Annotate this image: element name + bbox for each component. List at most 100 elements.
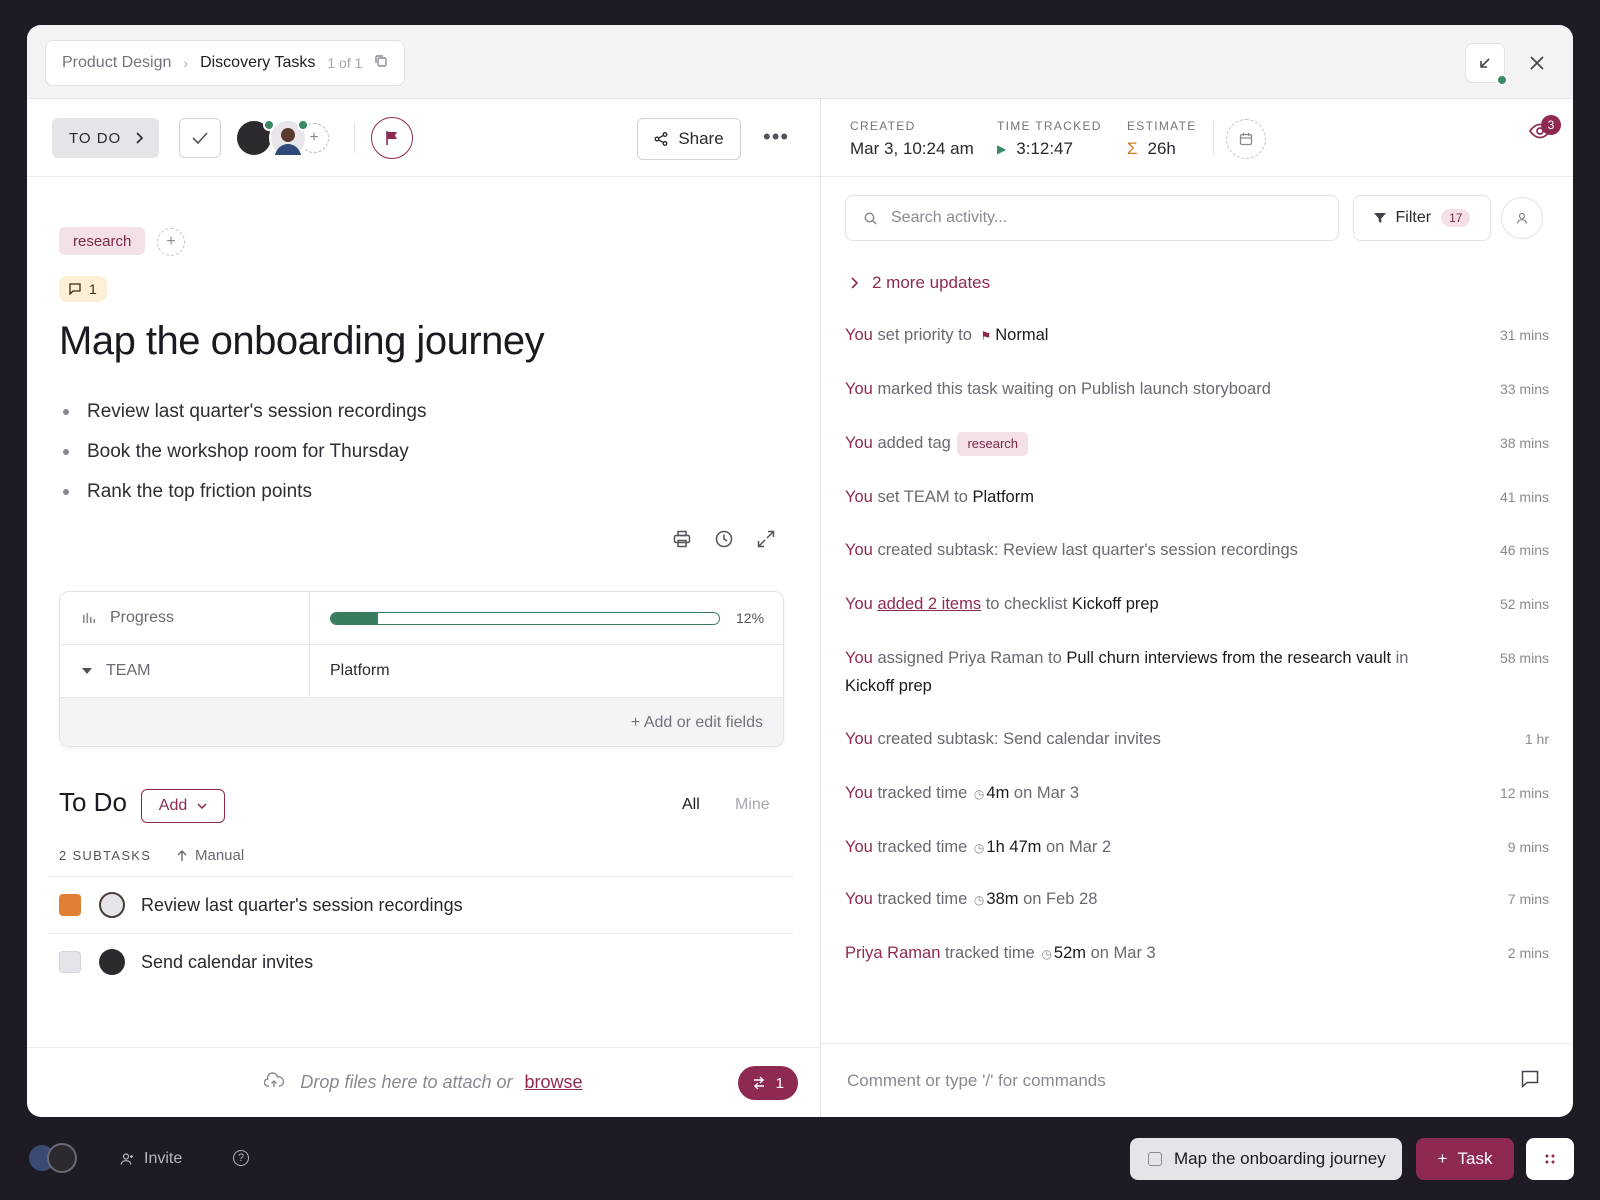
tag-chip[interactable]: research — [957, 432, 1029, 456]
check-icon — [192, 132, 208, 144]
list-item: Book the workshop room for Thursday — [59, 432, 426, 472]
comment-count-badge[interactable]: 1 — [59, 276, 107, 302]
progress-percent: 12% — [736, 610, 765, 626]
actor[interactable]: You — [845, 649, 873, 667]
todo-heading: To Do — [59, 787, 127, 817]
activity-item: You added tag research 38 mins — [845, 429, 1549, 457]
comment-input[interactable] — [847, 1070, 1467, 1091]
assignees[interactable]: + — [235, 118, 329, 158]
actor[interactable]: You — [845, 595, 873, 613]
play-icon[interactable]: ▶ — [997, 142, 1006, 156]
estimate-meta[interactable]: ESTIMATE Σ 26h — [1127, 119, 1197, 159]
actor[interactable]: Priya Raman — [845, 944, 940, 962]
subtask-status[interactable] — [59, 951, 81, 973]
share-icon — [654, 132, 668, 146]
team-field[interactable]: Platform — [310, 645, 783, 697]
more-options-icon[interactable]: ••• — [763, 124, 789, 150]
minimized-task-tray[interactable]: Map the onboarding journey — [1130, 1138, 1402, 1180]
add-edit-fields-button[interactable]: + Add or edit fields — [60, 698, 783, 746]
breadcrumb-list[interactable]: Discovery Tasks — [200, 54, 315, 72]
online-dot — [297, 119, 309, 131]
minimize-button[interactable] — [1465, 43, 1508, 86]
actor[interactable]: You — [845, 838, 873, 856]
browse-link[interactable]: browse — [525, 1072, 583, 1093]
relations-button[interactable]: 1 — [737, 1066, 798, 1100]
time-tracked-meta[interactable]: TIME TRACKED ▶ 3:12:47 — [997, 119, 1102, 159]
copy-icon[interactable] — [374, 54, 388, 73]
status-dot — [1496, 74, 1508, 86]
added-items-link[interactable]: added 2 items — [877, 595, 981, 613]
clock-icon: ◷ — [973, 893, 985, 907]
status-button[interactable]: TO DO — [52, 118, 160, 158]
apps-grid-button[interactable] — [1526, 1138, 1574, 1180]
actor[interactable]: You — [845, 541, 873, 559]
actor[interactable]: You — [845, 380, 873, 398]
subtask-row[interactable]: Review last quarter's session recordings — [49, 876, 793, 933]
subtask-status[interactable] — [59, 894, 81, 916]
share-button[interactable]: Share — [637, 118, 741, 160]
actor[interactable]: You — [845, 890, 873, 908]
user-filter-button[interactable] — [1501, 197, 1543, 239]
expand-icon[interactable] — [756, 529, 776, 549]
plus-icon: + — [1437, 1149, 1448, 1168]
subtask-row[interactable]: Send calendar invites — [49, 933, 793, 990]
add-subtask-button[interactable]: Add — [141, 789, 225, 823]
activity-text: marked this task waiting on Publish laun… — [877, 380, 1271, 398]
tray-task-name: Map the onboarding journey — [1174, 1149, 1386, 1168]
subtask-name[interactable]: Review last quarter's session recordings — [141, 895, 463, 916]
activity-item: You added 2 items to checklist Kickoff p… — [845, 590, 1549, 618]
due-date-button[interactable] — [1226, 119, 1266, 159]
activity-text: assigned Priya Raman to — [877, 649, 1062, 667]
more-updates-button[interactable]: 2 more updates — [850, 273, 990, 293]
avatar[interactable] — [99, 949, 125, 975]
task-title[interactable]: Map the onboarding journey — [59, 319, 545, 364]
arrow-down-left-icon — [1480, 58, 1490, 68]
help-icon[interactable]: ? — [233, 1150, 249, 1166]
breadcrumb-space[interactable]: Product Design — [62, 54, 171, 72]
print-icon[interactable] — [672, 529, 692, 549]
filter-button[interactable]: Filter 17 — [1353, 195, 1491, 241]
actor[interactable]: You — [845, 488, 873, 506]
activity-text: on Mar 2 — [1046, 838, 1112, 856]
actor[interactable]: You — [845, 784, 873, 802]
priority-button[interactable] — [371, 117, 413, 159]
watchers-button[interactable]: 3 — [1529, 115, 1561, 144]
sort-button[interactable]: Manual — [177, 847, 244, 864]
progress-field[interactable]: 12% — [310, 592, 783, 644]
avatar[interactable] — [235, 119, 275, 157]
progress-bar-fill — [331, 612, 378, 624]
clock-icon: ◷ — [973, 787, 985, 801]
task-meta-bar: CREATED Mar 3, 10:24 am TIME TRACKED ▶ 3… — [821, 99, 1573, 177]
complete-button[interactable] — [179, 118, 221, 158]
new-task-button[interactable]: + Task — [1416, 1138, 1514, 1180]
description-list[interactable]: Review last quarter's session recordings… — [59, 392, 426, 512]
subtask-name[interactable]: Send calendar invites — [141, 952, 313, 973]
actor[interactable]: You — [845, 326, 873, 344]
actor[interactable]: You — [845, 730, 873, 748]
activity-time: 1 hr — [1524, 731, 1549, 747]
workspace-avatars[interactable] — [27, 1143, 77, 1173]
task-details-panel: TO DO + Share ••• research + 1 Map the o… — [27, 99, 820, 1117]
avatar[interactable] — [47, 1143, 77, 1173]
close-button[interactable] — [1521, 47, 1553, 79]
actor[interactable]: You — [845, 434, 873, 452]
history-icon[interactable] — [714, 529, 734, 549]
subtasks-count: 2 SUBTASKS — [59, 848, 152, 863]
activity-search[interactable] — [845, 195, 1339, 241]
filter-mine-tab[interactable]: Mine — [735, 796, 770, 814]
activity-item: You assigned Priya Raman to Pull churn i… — [845, 644, 1549, 700]
invite-button[interactable]: Invite — [120, 1150, 182, 1168]
search-input[interactable] — [891, 209, 1311, 227]
user-icon — [1516, 212, 1528, 224]
avatar[interactable] — [269, 119, 309, 157]
filter-all-tab[interactable]: All — [682, 796, 700, 814]
activity-text: on Feb 28 — [1023, 890, 1098, 908]
watchers-count: 3 — [1541, 115, 1561, 135]
attachment-dropzone[interactable]: Drop files here to attach or browse 1 — [27, 1047, 820, 1117]
task-checkbox-icon — [1148, 1152, 1162, 1166]
add-tag-button[interactable]: + — [157, 228, 185, 256]
tag-chip[interactable]: research — [59, 227, 146, 255]
comment-icon[interactable] — [1521, 1070, 1539, 1093]
invite-label: Invite — [144, 1150, 183, 1167]
avatar[interactable] — [99, 892, 125, 918]
